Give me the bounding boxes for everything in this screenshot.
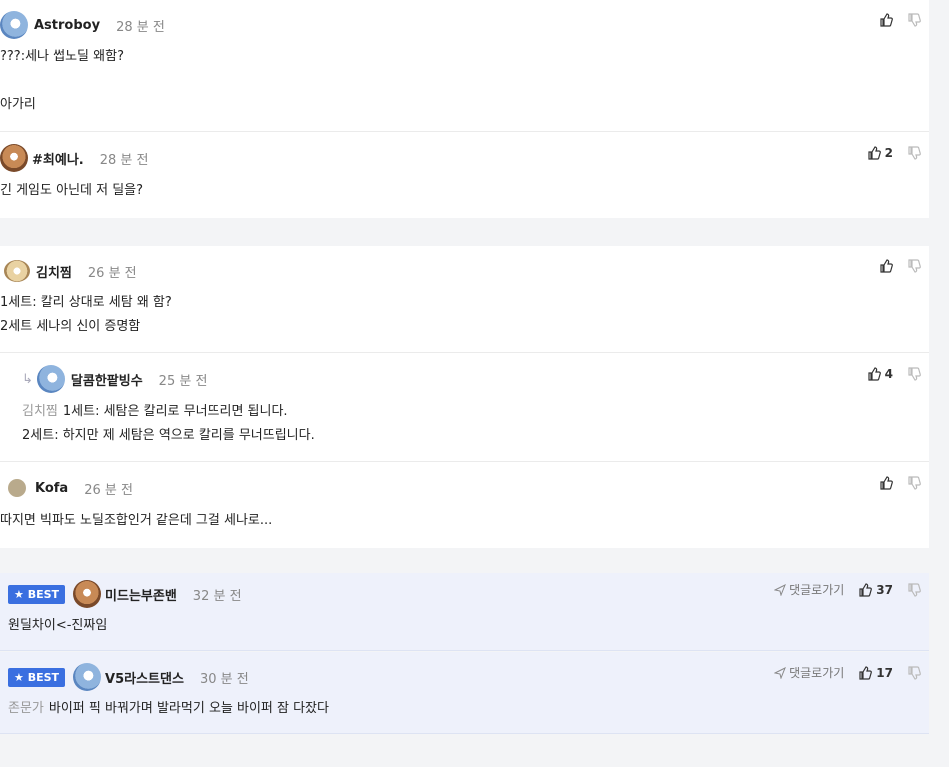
thumbs-up-icon[interactable] [879, 476, 893, 490]
vote-controls: 4 [867, 367, 921, 381]
comment-text: ???:세나 썹노딜 왜함? 아가리 [0, 49, 124, 112]
goto-comment-link[interactable]: 댓글로가기 [774, 581, 844, 598]
best-badge: ★ BEST [8, 667, 66, 687]
comment: Kofa 26 분 전 따지면 빅파도 노딜조합인거 같은데 그걸 세나로... [0, 463, 929, 548]
avatar[interactable] [36, 365, 65, 393]
thumbs-up-icon[interactable] [879, 259, 893, 273]
comment-time: 28 분 전 [116, 19, 165, 35]
like-count: 17 [876, 665, 893, 680]
best-badge: ★ BEST [8, 584, 66, 604]
comment-time: 30 분 전 [199, 671, 249, 687]
thumbs-up-icon[interactable] [879, 13, 893, 27]
thumbs-up-icon[interactable] [867, 367, 881, 381]
like-count: 2 [884, 146, 893, 160]
avatar[interactable] [73, 663, 102, 691]
vote-controls [879, 259, 921, 273]
vote-controls: 댓글로가기 37 [774, 581, 921, 598]
avatar[interactable] [0, 144, 28, 172]
comment-author[interactable]: 김치찜 [36, 262, 72, 281]
like-count: 4 [884, 367, 893, 381]
comment-text: 긴 게임도 아닌데 저 딜을? [0, 183, 144, 198]
avatar[interactable] [0, 11, 28, 39]
reply-arrow-icon: ↳ [22, 371, 33, 387]
comment-author[interactable]: 달콤한팥빙수 [71, 370, 143, 389]
mention[interactable]: 김치찜 [22, 404, 58, 419]
star-icon: ★ [14, 587, 28, 601]
comment-time: 26 분 전 [87, 265, 137, 281]
vote-controls [879, 13, 921, 27]
best-comment: ★ BEST 미드는부존밴 32 분 전 원딜차이<-진짜임 댓글로가기 37 [0, 573, 929, 651]
comment-time: 26 분 전 [84, 482, 133, 498]
comment-text: 1세트: 칼리 상대로 세탐 왜 함? 2세트 세나의 신이 증명함 [0, 295, 172, 334]
send-icon [774, 666, 787, 679]
avatar[interactable] [73, 580, 102, 608]
comment-text: 존문가 바이퍼 픽 바꿔가며 발라먹기 오늘 바이퍼 잠 다잤다 [8, 701, 329, 716]
avatar[interactable] [8, 479, 26, 497]
thumbs-down-icon[interactable] [907, 582, 921, 597]
comment-text: 원딜차이<-진짜임 [8, 618, 108, 633]
comment: Astroboy 28 분 전 ???:세나 썹노딜 왜함? 아가리 [0, 0, 929, 132]
thumbs-down-icon[interactable] [907, 259, 921, 273]
thumbs-down-icon[interactable] [907, 13, 921, 27]
thumbs-down-icon[interactable] [907, 367, 921, 381]
comment-author[interactable]: Kofa [35, 481, 68, 496]
comment: 김치찜 26 분 전 1세트: 칼리 상대로 세탐 왜 함? 2세트 세나의 신이… [0, 246, 929, 353]
vote-controls: 2 [867, 146, 921, 160]
mention[interactable]: 존문가 [8, 701, 44, 716]
thumbs-up-icon[interactable] [858, 582, 873, 597]
comment-group: 김치찜 26 분 전 1세트: 칼리 상대로 세탐 왜 함? 2세트 세나의 신이… [0, 246, 929, 548]
comment-time: 25 분 전 [158, 373, 208, 389]
goto-comment-link[interactable]: 댓글로가기 [774, 664, 844, 681]
thumbs-down-icon[interactable] [907, 476, 921, 490]
comment-author[interactable]: V5라스트댄스 [105, 668, 184, 687]
vote-controls: 댓글로가기 17 [774, 664, 921, 681]
comment-author[interactable]: #최예나. [32, 149, 84, 168]
star-icon: ★ [14, 670, 28, 684]
comment-time: 32 분 전 [192, 588, 242, 604]
thumbs-up-icon[interactable] [867, 146, 881, 160]
send-icon [774, 583, 787, 596]
comment-author[interactable]: 미드는부존밴 [105, 585, 177, 604]
vote-controls [879, 476, 921, 490]
thumbs-down-icon[interactable] [907, 146, 921, 160]
thumbs-up-icon[interactable] [858, 665, 873, 680]
thumbs-down-icon[interactable] [907, 665, 921, 680]
comment-time: 28 분 전 [99, 152, 149, 168]
reply: ↳ 달콤한팥빙수 25 분 전 김치찜 1세트: 세탐은 칼리로 무너뜨리면 됩니… [0, 354, 929, 462]
like-count: 37 [876, 582, 893, 597]
best-comment: ★ BEST V5라스트댄스 30 분 전 존문가 바이퍼 픽 바꿔가며 발라먹기… [0, 652, 929, 734]
avatar[interactable] [4, 260, 30, 282]
comment-text: 따지면 빅파도 노딜조합인거 같은데 그걸 세나로... [0, 513, 273, 528]
comment-author[interactable]: Astroboy [34, 18, 100, 33]
comment-group: Astroboy 28 분 전 ???:세나 썹노딜 왜함? 아가리 #최예나. … [0, 0, 929, 218]
comment-text: 김치찜 1세트: 세탐은 칼리로 무너뜨리면 됩니다. 2세트: 하지만 제 세탐은… [22, 404, 315, 443]
comment: #최예나. 28 분 전 긴 게임도 아닌데 저 딜을? 2 [0, 133, 929, 218]
